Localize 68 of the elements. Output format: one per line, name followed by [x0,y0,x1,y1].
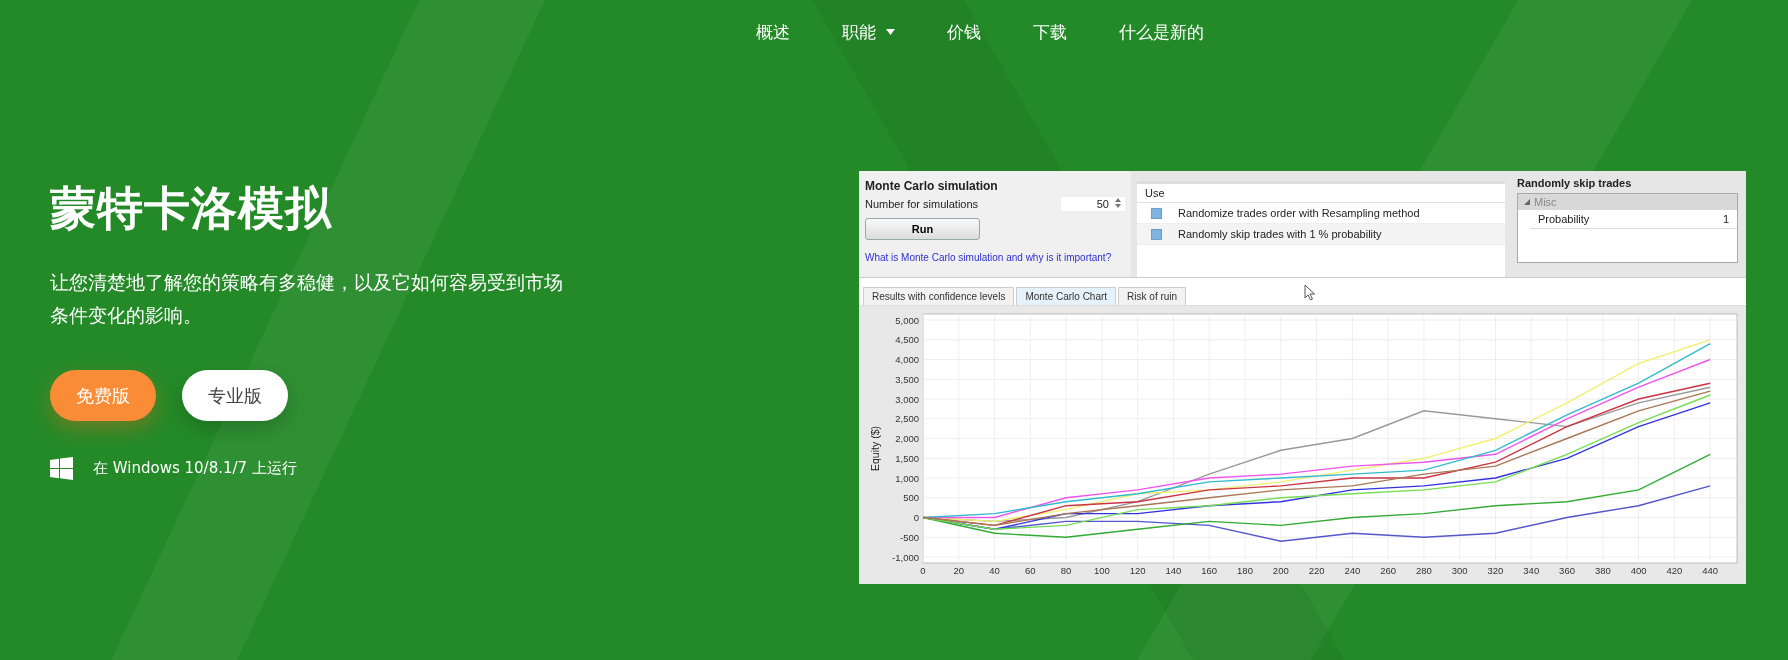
run-button[interactable]: Run [865,218,980,240]
method-label: Randomly skip trades with 1 % probability [1178,228,1382,240]
windows-icon [50,457,73,481]
x-tick-label: 40 [989,565,1000,576]
hero-description: 让您清楚地了解您的策略有多稳健，以及它如何容易受到市场条件变化的影响。 [50,270,564,329]
x-tick-label: 100 [1093,565,1110,576]
column-header: Use [1137,184,1505,203]
y-tick-label: 1,000 [895,472,919,484]
x-tick-label: 400 [1630,565,1647,576]
y-tick-label: -1,000 [892,551,919,563]
nav-link[interactable]: 职能 [842,20,895,44]
x-tick-label: 220 [1308,565,1325,576]
cursor-icon [1304,284,1316,301]
spinner-arrows-icon[interactable] [1115,198,1121,208]
x-tick-label: 180 [1237,565,1253,576]
x-tick-label: 80 [1060,565,1072,576]
group-label: Misc [1534,196,1557,208]
collapse-icon[interactable] [1524,199,1530,205]
property-name: Probability [1538,213,1590,225]
x-tick-label: 320 [1487,565,1504,576]
x-tick-label: 0 [920,565,926,576]
x-tick-label: 240 [1344,565,1361,576]
tab[interactable]: Risk of ruin [1118,287,1187,305]
x-tick-label: 300 [1451,565,1468,576]
x-tick-label: 360 [1559,565,1575,576]
number-spinner[interactable]: 50 [1061,197,1125,211]
y-tick-label: 4,000 [895,354,919,365]
field-label: Number for simulations [865,198,979,210]
method-label: Randomize trades order with Resampling method [1178,207,1420,219]
y-tick-label: 2,000 [895,433,919,444]
y-axis-title: Equity ($) [869,426,881,471]
caret-icon [886,29,895,35]
x-tick-label: 380 [1594,565,1611,576]
y-tick-label: 4,500 [895,334,919,346]
x-tick-label: 60 [1025,565,1036,576]
checkbox[interactable] [1151,228,1162,240]
tab[interactable]: Results with confidence levels [863,287,1015,305]
help-link[interactable]: What is Monte Carlo simulation and why is it important? [865,252,1112,263]
y-tick-label: 3,500 [895,373,919,385]
tab[interactable]: Monte Carlo Chart [1016,287,1117,305]
y-tick-label: 2,500 [895,413,919,425]
x-tick-label: 440 [1702,565,1719,576]
panel-title: Monte Carlo simulation [865,179,999,193]
platform-note: 在 Windows 10/8.1/7 上运行 [93,459,297,479]
hero-title: 蒙特卡洛模拟 [50,181,333,237]
pro-version-button[interactable]: 专业版 [182,370,288,422]
y-tick-label: 1,500 [895,452,919,464]
y-tick-label: 500 [903,492,919,504]
y-tick-label: 0 [913,512,919,523]
properties-title: Randomly skip trades [1517,177,1633,189]
x-tick-label: 120 [1129,565,1146,576]
x-tick-label: 340 [1523,565,1540,576]
nav-link[interactable]: 什么是新的 [1119,20,1204,44]
x-tick-label: 280 [1416,565,1432,576]
property-value[interactable]: 1 [1722,213,1729,225]
y-tick-label: -500 [900,531,919,543]
checkbox[interactable] [1151,207,1162,219]
nav-link[interactable]: 下载 [1033,20,1067,44]
x-tick-label: 420 [1666,565,1683,576]
x-tick-label: 20 [953,565,965,576]
y-tick-label: 5,000 [895,314,919,326]
x-tick-label: 140 [1165,565,1182,576]
x-tick-label: 260 [1380,565,1397,576]
x-tick-label: 200 [1272,565,1289,576]
y-tick-label: 3,000 [895,393,919,405]
nav-link[interactable]: 价钱 [947,20,981,44]
x-tick-label: 160 [1201,565,1218,576]
nav-link[interactable]: 概述 [756,20,790,44]
